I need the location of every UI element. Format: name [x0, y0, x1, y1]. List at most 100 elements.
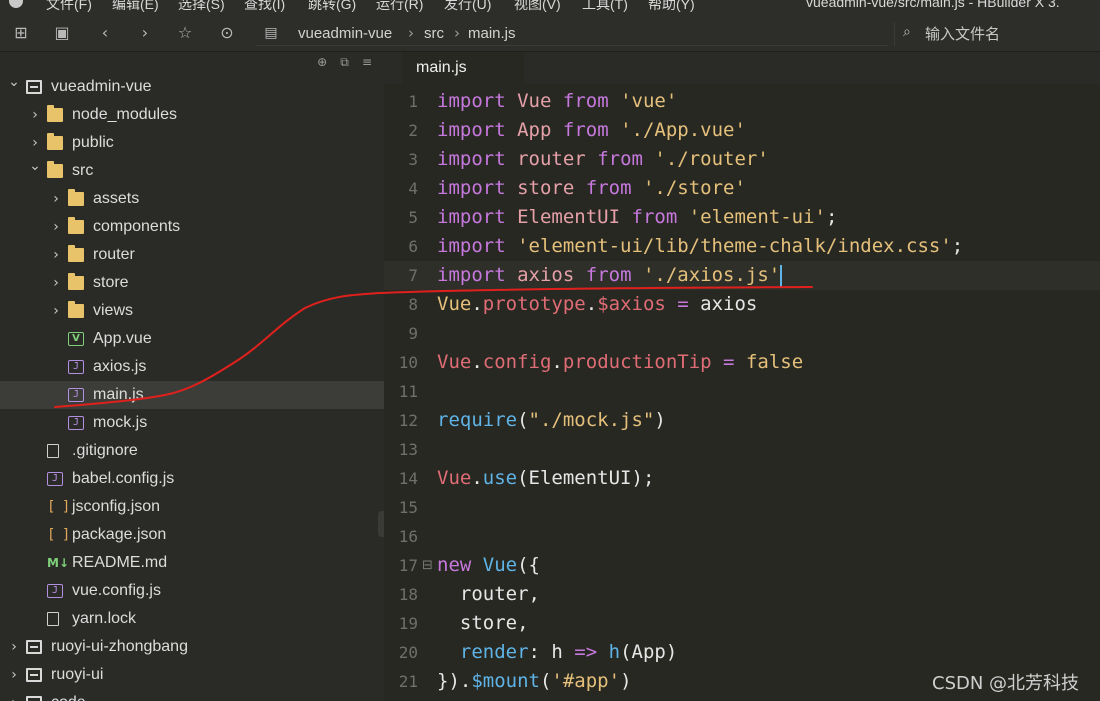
code-line[interactable]: 10 Vue.config.productionTip = false: [384, 348, 1100, 377]
code-line[interactable]: 18 router,: [384, 580, 1100, 609]
breadcrumb-src[interactable]: src: [424, 25, 444, 42]
save-icon[interactable]: ▣: [51, 22, 73, 44]
tree-item[interactable]: › code: [0, 689, 384, 701]
tree-item[interactable]: › ruoyi-ui-zhongbang: [0, 633, 384, 661]
breadcrumb-file[interactable]: main.js: [468, 25, 516, 42]
tree-item[interactable]: Jvue.config.js: [0, 577, 384, 605]
chevron-right-icon[interactable]: ›: [50, 185, 62, 213]
code-token: router: [517, 148, 586, 170]
tree-item[interactable]: ⌄ src: [0, 157, 384, 185]
tree-item[interactable]: M↓ README.md: [0, 549, 384, 577]
code-token: .: [471, 351, 483, 373]
menu-help[interactable]: 帮助(Y): [648, 0, 695, 14]
code-line[interactable]: 19 store,: [384, 609, 1100, 638]
tree-item[interactable]: [ ] jsconfig.json: [0, 493, 384, 521]
fold-icon[interactable]: ⊟: [422, 551, 433, 580]
file-search-input[interactable]: [925, 22, 1095, 46]
new-window-icon[interactable]: ⊞: [10, 22, 32, 44]
code-token: (: [517, 409, 529, 431]
code-line[interactable]: 2 import App from './App.vue': [384, 116, 1100, 145]
tree-item[interactable]: .gitignore: [0, 437, 384, 465]
tree-item[interactable]: › assets: [0, 185, 384, 213]
code-line[interactable]: 8 Vue.prototype.$axios = axios: [384, 290, 1100, 319]
menu-icon[interactable]: ≡: [358, 55, 376, 69]
forward-icon[interactable]: ›: [134, 22, 156, 44]
chevron-right-icon[interactable]: ›: [50, 297, 62, 325]
code-token: "./mock.js": [528, 409, 655, 431]
code-line[interactable]: 7 import axios from './axios.js': [384, 261, 1100, 290]
code-token: import: [437, 177, 506, 199]
code-line[interactable]: 6 import 'element-ui/lib/theme-chalk/inde…: [384, 232, 1100, 261]
tree-item[interactable]: › views: [0, 297, 384, 325]
chevron-right-icon[interactable]: ›: [50, 269, 62, 297]
code-line[interactable]: 17 ⊟ new Vue({: [384, 551, 1100, 580]
tree-item[interactable]: › components: [0, 213, 384, 241]
folder-icon: [47, 133, 63, 150]
code-token: 'element-ui': [688, 206, 826, 228]
code-line[interactable]: 15: [384, 493, 1100, 522]
code-editor[interactable]: 1 import Vue from 'vue' 2 import App from '…: [384, 84, 1100, 701]
tree-item[interactable]: › router: [0, 241, 384, 269]
menu-publish[interactable]: 发行(U): [444, 0, 491, 14]
code-token: .: [585, 293, 598, 315]
locate-icon[interactable]: ⊕: [313, 55, 331, 69]
tree-item[interactable]: yarn.lock: [0, 605, 384, 633]
menu-select[interactable]: 选择(S): [178, 0, 225, 14]
tree-item[interactable]: [ ] package.json: [0, 521, 384, 549]
code-line[interactable]: 3 import router from './router': [384, 145, 1100, 174]
code-line[interactable]: 5 import ElementUI from 'element-ui';: [384, 203, 1100, 232]
code-line[interactable]: 9: [384, 319, 1100, 348]
menu-find[interactable]: 查找(I): [244, 0, 285, 14]
line-number: 13: [398, 440, 418, 459]
chevron-down-icon[interactable]: ⌄: [8, 68, 20, 96]
menu-view[interactable]: 视图(V): [514, 0, 561, 14]
tree-item-label: store: [93, 274, 129, 291]
back-icon[interactable]: ‹: [94, 22, 116, 44]
code-token: ElementUI: [517, 206, 621, 228]
chevron-right-icon[interactable]: ›: [50, 241, 62, 269]
menu-tools[interactable]: 工具(T): [582, 0, 628, 14]
tree-item[interactable]: › store: [0, 269, 384, 297]
code-token: import: [437, 235, 506, 257]
collapse-all-icon[interactable]: ⧉: [336, 55, 354, 70]
tree-item[interactable]: Jmock.js: [0, 409, 384, 437]
code-line[interactable]: 16: [384, 522, 1100, 551]
code-line[interactable]: 14 Vue.use(ElementUI);: [384, 464, 1100, 493]
tree-item[interactable]: V App.vue: [0, 325, 384, 353]
tree-item[interactable]: › node_modules: [0, 101, 384, 129]
chevron-right-icon[interactable]: ›: [8, 633, 20, 661]
code-line[interactable]: 4 import store from './store': [384, 174, 1100, 203]
menu-edit[interactable]: 编辑(E): [112, 0, 159, 14]
app-logo-icon: [9, 0, 23, 8]
window-title: vueadmin-vue/src/main.js - HBuilder X 3.: [806, 0, 1060, 10]
code-token: ;: [826, 206, 838, 228]
code-line[interactable]: 11: [384, 377, 1100, 406]
chevron-right-icon[interactable]: ›: [8, 689, 20, 701]
tree-item[interactable]: ⌄ vueadmin-vue: [0, 73, 384, 101]
code-line[interactable]: 20 render: h => h(App): [384, 638, 1100, 667]
tree-item[interactable]: Jbabel.config.js: [0, 465, 384, 493]
tree-item[interactable]: Jaxios.js: [0, 353, 384, 381]
tab-main-js[interactable]: main.js: [402, 52, 524, 84]
chevron-right-icon[interactable]: ›: [8, 661, 20, 689]
run-icon[interactable]: ⊙: [216, 22, 238, 44]
tree-item[interactable]: › public: [0, 129, 384, 157]
chevron-right-icon[interactable]: ›: [50, 213, 62, 241]
tree-item[interactable]: › ruoyi-ui: [0, 661, 384, 689]
menu-run[interactable]: 运行(R): [376, 0, 423, 14]
code-line[interactable]: 12 require("./mock.js"): [384, 406, 1100, 435]
star-icon[interactable]: ☆: [174, 22, 196, 44]
code-token: import: [437, 90, 506, 112]
code-line[interactable]: 1 import Vue from 'vue': [384, 87, 1100, 116]
tree-item[interactable]: Jmain.js: [0, 381, 384, 409]
chevron-down-icon[interactable]: ⌄: [29, 152, 41, 180]
code-token: productionTip: [562, 351, 712, 373]
code-token: require: [437, 409, 518, 431]
menu-goto[interactable]: 跳转(G): [308, 0, 356, 14]
code-line[interactable]: 13: [384, 435, 1100, 464]
breadcrumb-project[interactable]: vueadmin-vue: [298, 25, 392, 42]
menu-file[interactable]: 文件(F): [46, 0, 92, 14]
chevron-right-icon[interactable]: ›: [29, 101, 41, 129]
